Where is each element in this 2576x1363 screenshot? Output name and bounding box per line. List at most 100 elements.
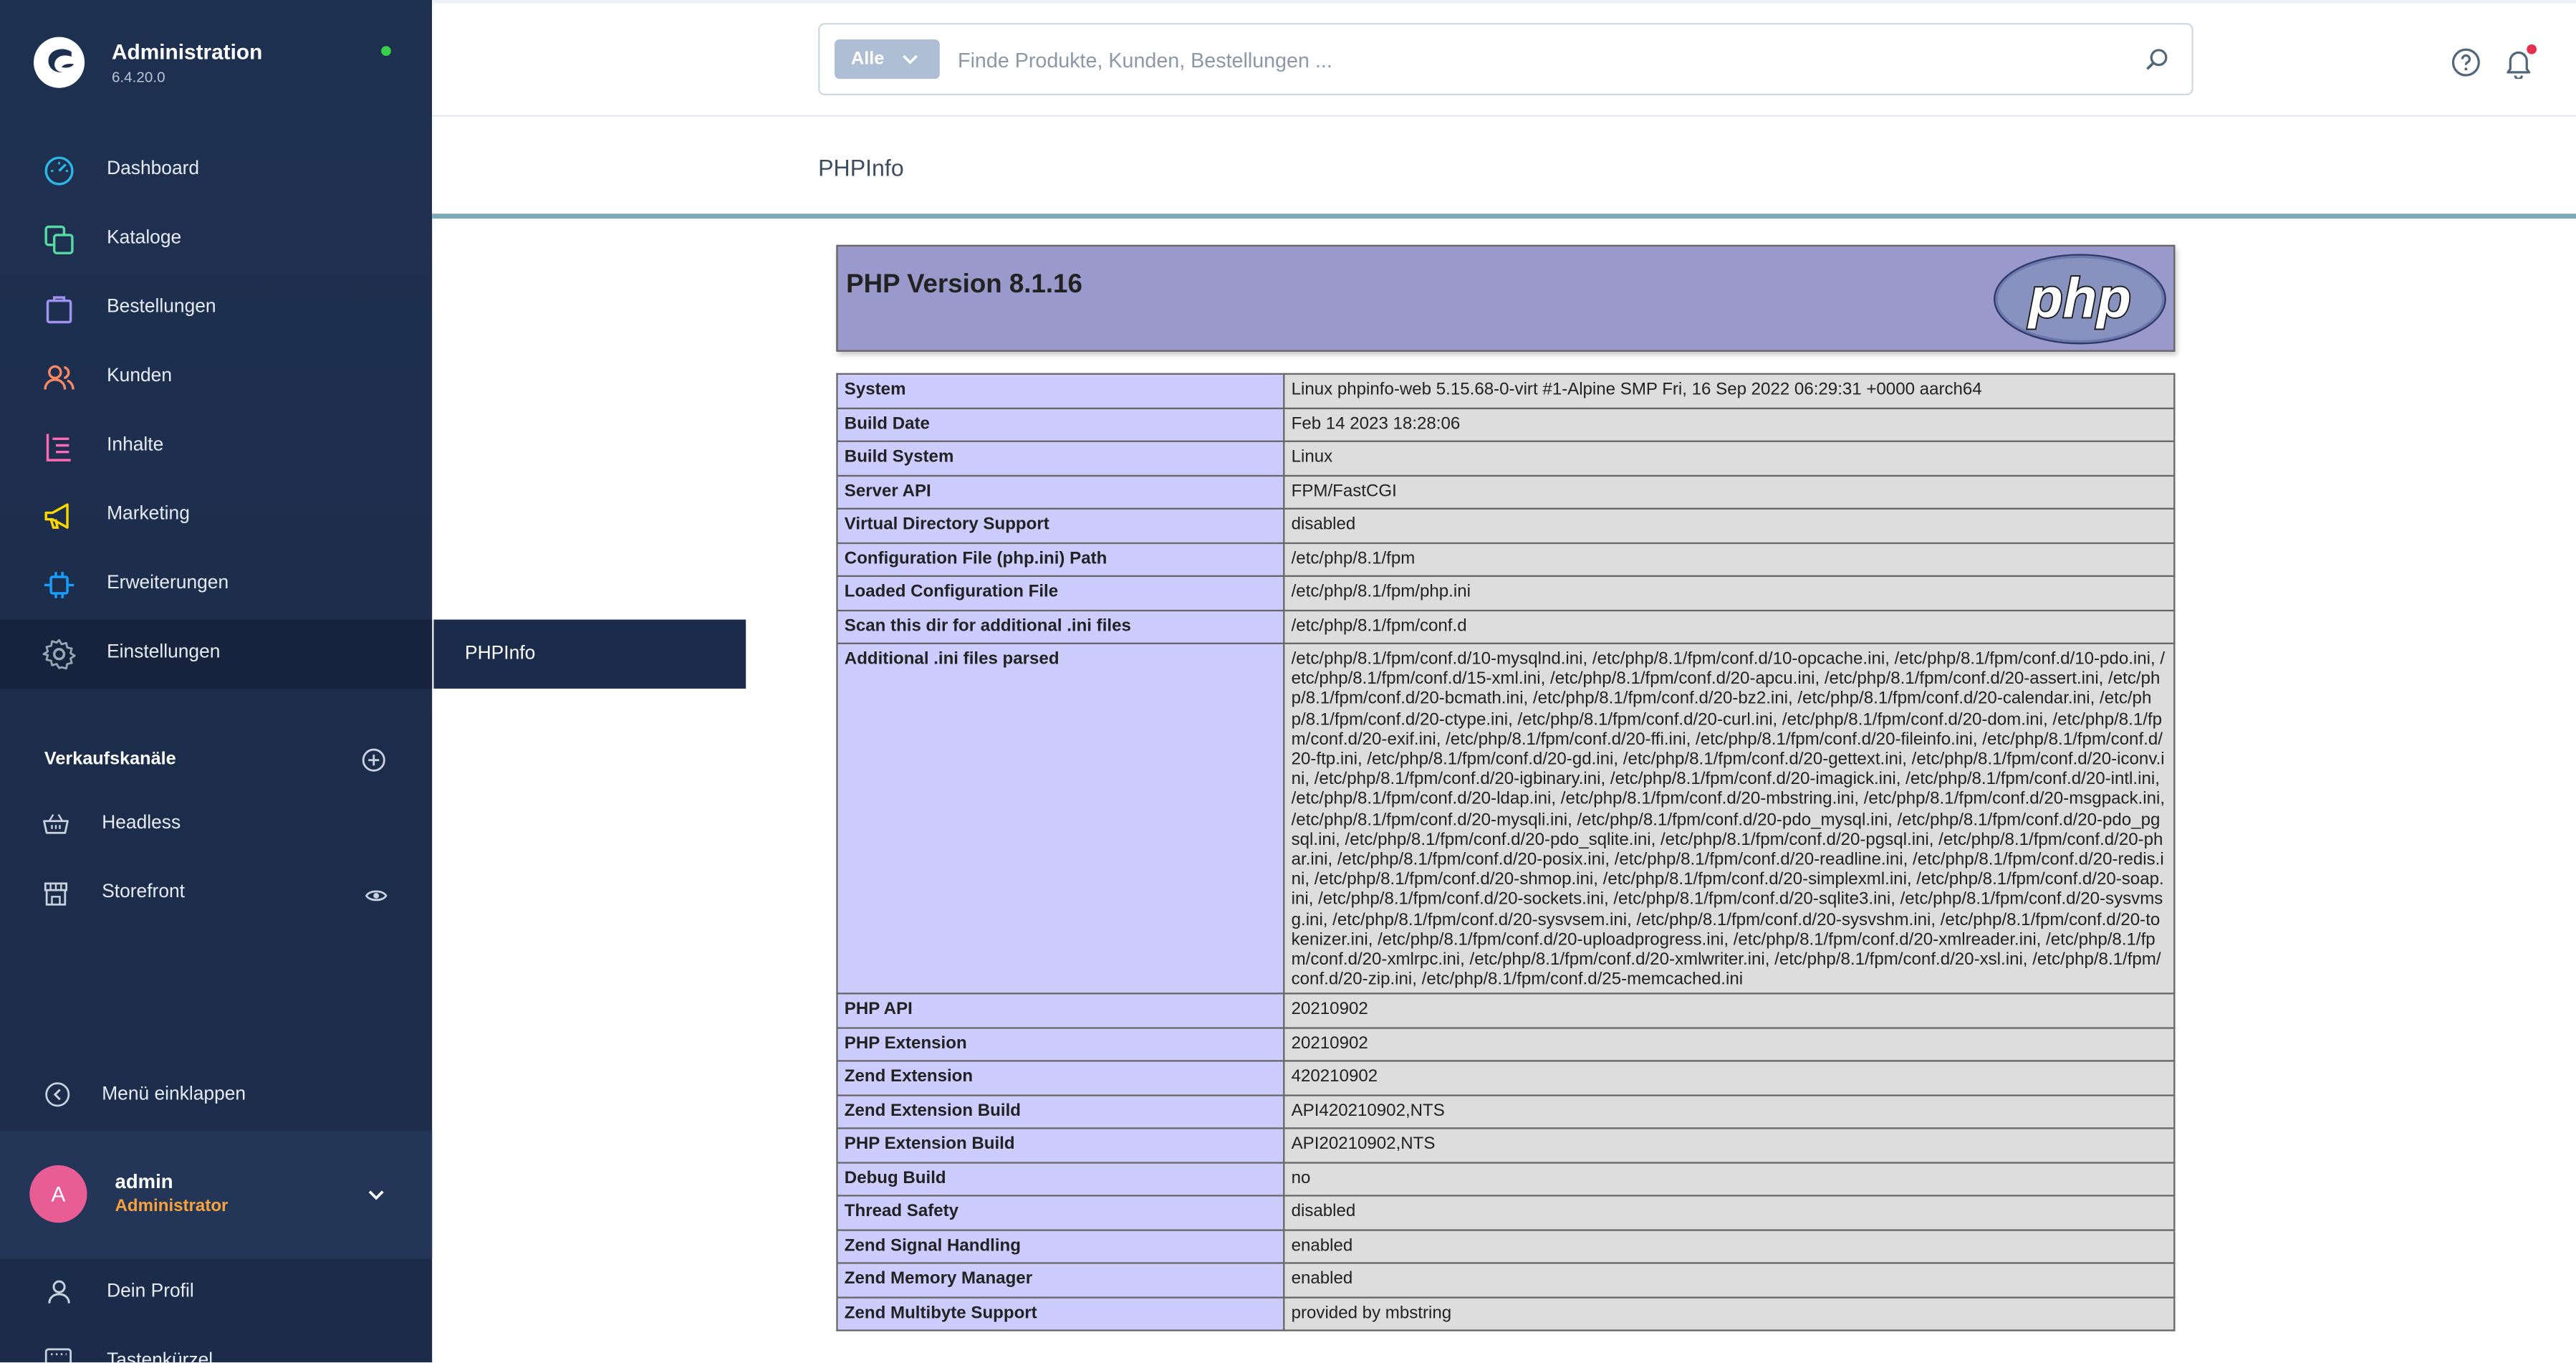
content-icon xyxy=(46,434,71,461)
subnav-label: PHPInfo xyxy=(465,644,536,664)
nav-label: Kataloge xyxy=(107,228,182,249)
row-key: Zend Extension Build xyxy=(836,1094,1285,1130)
row-value: /etc/php/8.1/fpm xyxy=(1283,541,2176,577)
row-key: PHP Extension Build xyxy=(836,1128,1285,1164)
user-icon xyxy=(48,1280,70,1304)
keyboard-shortcuts-link[interactable]: Tastenkürzel xyxy=(0,1328,432,1363)
table-row: Zend Signal Handling enabled xyxy=(836,1229,2176,1265)
row-value: API20210902,NTS xyxy=(1283,1128,2176,1164)
table-row: Scan this dir for additional .ini files /… xyxy=(836,608,2176,644)
chevron-down-icon[interactable] xyxy=(366,1187,386,1203)
app-title: Administration xyxy=(111,39,263,64)
nav-item-settings[interactable]: Einstellungen xyxy=(0,619,433,689)
search-input[interactable] xyxy=(958,46,2108,76)
nav-item-customers[interactable]: Kunden xyxy=(0,343,432,412)
row-value: Linux phpinfo-web 5.15.68-0-virt #1-Alpi… xyxy=(1283,373,2176,408)
nav-label: Dashboard xyxy=(107,159,200,179)
php-logo-text: php xyxy=(2027,267,2131,330)
nav-label: Marketing xyxy=(107,504,190,525)
table-row: Zend Multibyte Support provided by mbstri… xyxy=(836,1296,2176,1332)
nav-label: Kunden xyxy=(107,366,173,386)
basket-icon xyxy=(43,813,69,834)
row-value: disabled xyxy=(1283,1195,2176,1231)
nav-item-marketing[interactable]: Marketing xyxy=(0,482,432,550)
nav-item-dashboard[interactable]: Dashboard xyxy=(0,136,432,205)
brand-header: Administration 6.4.20.0 xyxy=(0,0,432,125)
row-value: FPM/FastCGI xyxy=(1283,474,2176,510)
user-menu[interactable]: A admin Administrator xyxy=(0,1130,433,1259)
shortcuts-label: Tastenkürzel xyxy=(107,1351,213,1363)
sales-channel-label: Headless xyxy=(102,813,181,833)
table-row: Configuration File (php.ini) Path/etc/ph… xyxy=(836,541,2176,577)
table-row: Server API FPM/FastCGI xyxy=(836,474,2176,510)
megaphone-icon xyxy=(44,503,69,529)
search-type-select[interactable]: Alle xyxy=(835,39,940,80)
row-value: provided by mbstring xyxy=(1283,1296,2176,1332)
table-row: Build System Linux xyxy=(836,440,2176,476)
row-key: Build System xyxy=(836,440,1285,476)
nav-item-content[interactable]: Inhalte xyxy=(0,413,432,482)
table-row: PHP Extension Build API20210902,NTS xyxy=(836,1128,2176,1164)
shopping-bag-icon xyxy=(46,296,72,324)
table-row: Zend Extension Build API420210902,NTS xyxy=(836,1094,2176,1130)
row-value: 20210902 xyxy=(1283,1027,2176,1063)
row-value: no xyxy=(1283,1162,2176,1197)
row-value: Linux xyxy=(1283,440,2176,476)
table-row: PHP Extension 20210902 xyxy=(836,1027,2176,1063)
row-key: Zend Signal Handling xyxy=(836,1229,1285,1265)
sidebar: Administration 6.4.20.0 Dashboard Katalo… xyxy=(0,0,433,1363)
sales-channels-title: Verkaufskanäle xyxy=(44,749,176,770)
row-value: enabled xyxy=(1283,1229,2176,1265)
row-value: 420210902 xyxy=(1283,1061,2176,1096)
nav-label: Erweiterungen xyxy=(107,573,229,593)
table-row: Thread Safety disabled xyxy=(836,1195,2176,1231)
row-key: Thread Safety xyxy=(836,1195,1285,1231)
page-header: PHPInfo xyxy=(432,116,2576,219)
php-logo[interactable]: php xyxy=(1993,253,2167,345)
row-key: System xyxy=(836,373,1285,408)
collapse-menu-button[interactable]: Menü einklappen xyxy=(0,1065,432,1127)
row-value: Feb 14 2023 18:28:06 xyxy=(1283,406,2176,442)
dashboard-icon xyxy=(44,156,74,186)
row-key: Server API xyxy=(836,474,1285,510)
top-bar: Alle xyxy=(432,0,2576,117)
gear-icon xyxy=(42,639,76,670)
nav-item-catalogs[interactable]: Kataloge xyxy=(0,206,432,274)
row-value: 20210902 xyxy=(1283,993,2176,1029)
row-key: Zend Memory Manager xyxy=(836,1263,1285,1299)
row-key: Zend Multibyte Support xyxy=(836,1296,1285,1332)
add-sales-channel-icon[interactable] xyxy=(362,747,386,772)
shopware-logo-icon[interactable] xyxy=(33,36,85,88)
sales-channel-headless[interactable]: Headless xyxy=(0,790,432,859)
row-key: Scan this dir for additional .ini files xyxy=(836,608,1285,644)
row-value: disabled xyxy=(1283,507,2176,543)
keyboard-icon xyxy=(44,1348,72,1363)
row-key: Build Date xyxy=(836,406,1285,442)
table-row: System Linux phpinfo-web 5.15.68-0-virt #… xyxy=(836,373,2176,408)
page-title: PHPInfo xyxy=(818,154,904,181)
row-key: Zend Extension xyxy=(836,1061,1285,1096)
eye-icon[interactable] xyxy=(365,887,388,904)
nav-item-orders[interactable]: Bestellungen xyxy=(0,274,432,343)
user-name: admin xyxy=(115,1170,173,1194)
table-row: PHP API 20210902 xyxy=(836,993,2176,1029)
profile-link[interactable]: Dein Profil xyxy=(0,1262,432,1324)
storefront-icon xyxy=(44,882,68,906)
table-row: Zend Memory Manager enabled xyxy=(836,1263,2176,1299)
nav-label: Inhalte xyxy=(107,435,164,456)
search-icon[interactable] xyxy=(2144,46,2171,72)
users-icon xyxy=(44,365,75,390)
notification-badge xyxy=(2527,44,2537,54)
row-key: Additional .ini files parsed xyxy=(836,642,1285,995)
help-icon[interactable] xyxy=(2451,48,2481,77)
row-value: enabled xyxy=(1283,1263,2176,1299)
nav-item-extensions[interactable]: Erweiterungen xyxy=(0,550,432,619)
row-value: /etc/php/8.1/fpm/conf.d xyxy=(1283,608,2176,644)
subnav-item-phpinfo[interactable]: PHPInfo xyxy=(433,619,746,689)
row-key: Configuration File (php.ini) Path xyxy=(836,541,1285,577)
row-key: PHP API xyxy=(836,993,1285,1029)
user-role: Administrator xyxy=(115,1196,229,1217)
row-key: Virtual Directory Support xyxy=(836,507,1285,543)
row-key: Loaded Configuration File xyxy=(836,575,1285,611)
row-key: PHP Extension xyxy=(836,1027,1285,1063)
